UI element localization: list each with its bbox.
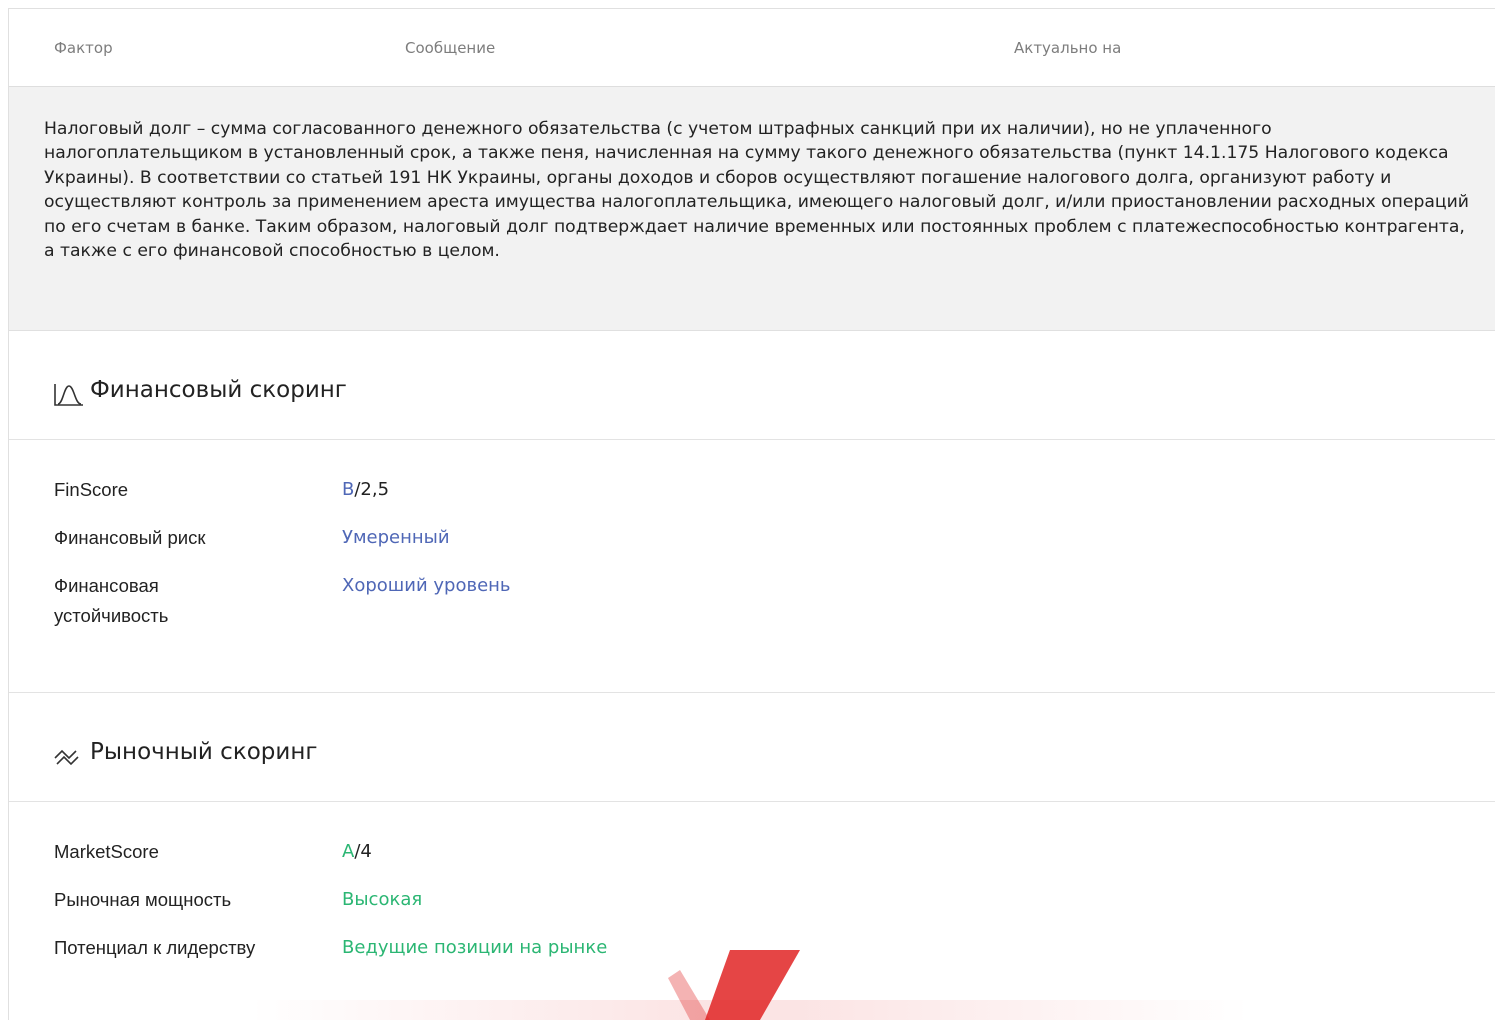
column-header-message[interactable]: Сообщение: [405, 39, 495, 57]
financial-stability-value[interactable]: Хороший уровень: [342, 571, 511, 601]
watermark-logo: [250, 950, 1250, 1020]
market-scoring-header: Рыночный скоринг: [9, 692, 1495, 802]
financial-scoring-rows: FinScore B/2,5 Финансовый риск Умеренный…: [9, 440, 1495, 692]
finscore-label: FinScore: [54, 479, 129, 500]
financial-scoring-header: Финансовый скоринг: [9, 331, 1495, 440]
market-power-label: Рыночная мощность: [54, 889, 232, 910]
financial-risk-value[interactable]: Умеренный: [342, 523, 450, 553]
marketscore-grade: A: [342, 841, 355, 862]
tax-debt-info-box: Налоговый долг – сумма согласованного де…: [9, 87, 1495, 331]
bell-curve-icon: [54, 384, 83, 406]
column-header-factor[interactable]: Фактор: [54, 39, 113, 57]
finscore-number: /2,5: [354, 479, 390, 500]
finscore-grade: B: [342, 479, 355, 500]
trend-lines-icon: [54, 749, 79, 766]
column-header-actual-on[interactable]: Актуально на: [1014, 39, 1121, 57]
market-scoring-title: Рыночный скоринг: [90, 739, 318, 765]
table-header: Фактор Сообщение Актуально на: [9, 9, 1495, 87]
marketscore-label: MarketScore: [54, 841, 159, 862]
market-power-value[interactable]: Высокая: [342, 885, 422, 915]
financial-scoring-title: Финансовый скоринг: [90, 377, 347, 403]
scoring-panel: Фактор Сообщение Актуально на Налоговый …: [8, 8, 1495, 1020]
finscore-value: B/2,5: [342, 475, 389, 505]
tax-debt-info-text: Налоговый долг – сумма согласованного де…: [44, 119, 1469, 262]
financial-risk-label: Финансовый риск: [54, 527, 206, 548]
marketscore-number: /4: [354, 841, 372, 862]
financial-stability-label: Финансовая устойчивость: [54, 575, 169, 626]
marketscore-value: A/4: [342, 837, 372, 867]
